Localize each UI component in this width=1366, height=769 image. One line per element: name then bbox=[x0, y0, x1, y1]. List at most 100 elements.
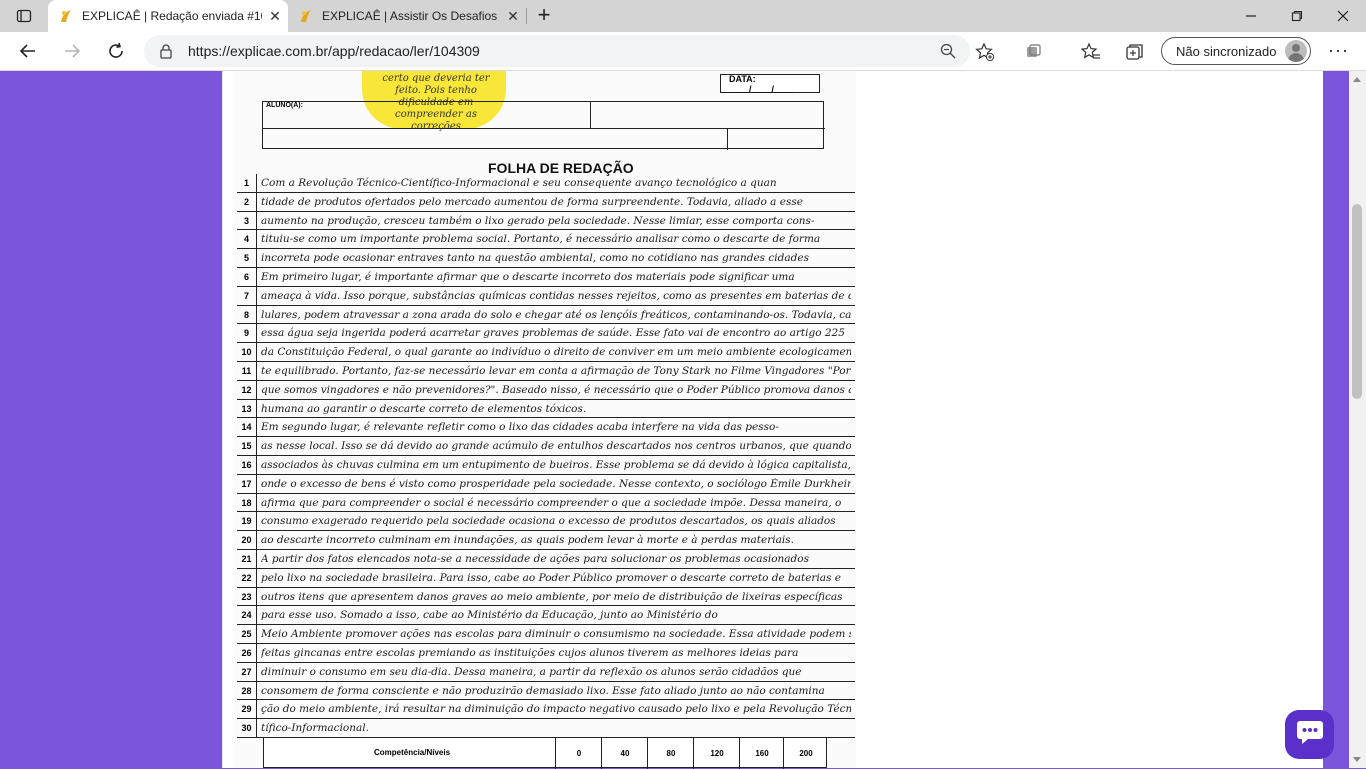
handwritten-text: aumento na produção, cresceu também o li… bbox=[261, 214, 815, 227]
line-number: 26 bbox=[237, 643, 257, 663]
line-number: 19 bbox=[237, 512, 257, 532]
handwritten-text: tífico-Informacional. bbox=[261, 722, 369, 735]
line-number: 12 bbox=[237, 380, 257, 400]
essay-line: 6 Em primeiro lugar, é importante afirmar… bbox=[237, 267, 855, 287]
tab-redacao[interactable]: EXPLICAÊ | Redação enviada #10 ✕ bbox=[48, 0, 288, 32]
essay-line: 2 tidade de produtos ofertados pelo merca… bbox=[237, 192, 855, 212]
essay-line: 23 outros itens que apresentem danos grav… bbox=[237, 587, 855, 607]
url-text[interactable]: https://explicae.com.br/app/redacao/ler/… bbox=[188, 43, 480, 59]
line-number: 24 bbox=[237, 606, 257, 626]
profile-sync-button[interactable]: Não sincronizado bbox=[1161, 37, 1311, 65]
tab-title: EXPLICAÊ | Assistir Os Desafios p bbox=[322, 9, 500, 23]
add-favorite-icon[interactable] bbox=[974, 41, 996, 63]
handwritten-text: ção do meio ambiente, irá resultar na di… bbox=[261, 703, 851, 716]
favorites-icon[interactable] bbox=[1080, 41, 1102, 63]
handwritten-text: essa água seja ingerida poderá acarretar… bbox=[261, 327, 845, 340]
back-icon[interactable] bbox=[14, 37, 42, 65]
handwritten-text: Com a Revolução Técnico-Científico-Infor… bbox=[261, 177, 777, 189]
handwritten-text: para esse uso. Somado a isso, cabe ao Mi… bbox=[261, 609, 718, 622]
line-number: 3 bbox=[237, 211, 257, 231]
handwritten-text: diminuir o consumo em seu dia-dia. Dessa… bbox=[261, 665, 802, 678]
handwritten-text: consomem de forma consciente e não produ… bbox=[261, 684, 825, 697]
student-info-box: ALUNO(A): bbox=[262, 101, 825, 150]
handwritten-text: lulares, podem atravessar a zona arada d… bbox=[261, 308, 851, 321]
date-label: DATA: ____/____/____ bbox=[729, 73, 795, 94]
forward-icon[interactable] bbox=[58, 37, 86, 65]
grade-level: 0 bbox=[555, 738, 602, 769]
essay-line: 25 Meio Ambiente promover ações nas escol… bbox=[237, 625, 855, 644]
tab-actions-icon[interactable] bbox=[0, 0, 48, 32]
tab-desafios[interactable]: EXPLICAÊ | Assistir Os Desafios p ✕ bbox=[288, 0, 526, 32]
lock-icon[interactable] bbox=[158, 43, 174, 59]
grade-level: 80 bbox=[647, 738, 694, 769]
line-number: 18 bbox=[237, 493, 257, 513]
scroll-down-icon[interactable] bbox=[1353, 757, 1361, 762]
essay-line: 14 Em segundo lugar, é relevante refletir… bbox=[237, 418, 855, 438]
essay-line: 19 consumo exagerado requerido pela socie… bbox=[237, 512, 855, 532]
line-number: 30 bbox=[237, 719, 257, 738]
minimize-icon[interactable] bbox=[1228, 0, 1274, 32]
divider bbox=[590, 102, 591, 128]
essay-line: 10 da Constituição Federal, o qual garant… bbox=[237, 343, 855, 362]
handwritten-text: incorreta pode ocasionar entraves tanto … bbox=[261, 252, 809, 265]
close-tab-icon[interactable]: ✕ bbox=[262, 8, 288, 25]
new-tab-icon[interactable]: + bbox=[532, 4, 556, 28]
line-number: 4 bbox=[237, 230, 257, 250]
zoom-icon[interactable] bbox=[938, 41, 958, 61]
handwritten-text: Em primeiro lugar, é importante afirmar … bbox=[261, 270, 795, 283]
chat-icon bbox=[1296, 719, 1324, 750]
line-number: 22 bbox=[237, 568, 257, 588]
line-number: 29 bbox=[237, 700, 257, 720]
essay-line: 13 humana ao garantir o descarte correto … bbox=[237, 399, 855, 419]
handwritten-text: ao descarte incorreto culminam em inunda… bbox=[261, 534, 794, 547]
essay-line: 26 feitas gincanas entre escolas premiand… bbox=[237, 643, 855, 663]
line-number: 25 bbox=[237, 625, 257, 644]
essay-line: 28 consomem de forma consciente e não pro… bbox=[237, 681, 855, 701]
grade-table-label: Competência/Níveis bbox=[374, 748, 451, 757]
maximize-icon[interactable] bbox=[1274, 0, 1320, 32]
divider bbox=[727, 128, 728, 150]
handwritten-text: da Constituição Federal, o qual garante … bbox=[261, 346, 851, 359]
essay-line: 17 onde o excesso de bens é visto como pr… bbox=[237, 474, 855, 494]
line-number: 23 bbox=[237, 587, 257, 607]
handwritten-text: associados às chuvas culmina em um entup… bbox=[261, 458, 851, 471]
line-number: 14 bbox=[237, 418, 257, 438]
address-bar[interactable]: https://explicae.com.br/app/redacao/ler/… bbox=[144, 35, 970, 67]
essay-line: 3 aumento na produção, cresceu também o l… bbox=[237, 211, 855, 231]
more-icon[interactable]: ··· bbox=[1328, 40, 1349, 61]
line-number: 20 bbox=[237, 531, 257, 550]
date-field: DATA: ____/____/____ bbox=[720, 73, 820, 94]
essay-line: 7 ameaça à vida. Isso porque, substâncias… bbox=[237, 286, 855, 306]
explicae-favicon-icon bbox=[298, 8, 314, 24]
handwritten-text: consumo exagerado requerido pela socieda… bbox=[261, 515, 836, 528]
extension-icon[interactable] bbox=[1022, 41, 1044, 63]
essay-line: 29 ção do meio ambiente, irá resultar na … bbox=[237, 700, 855, 720]
handwritten-text: tituiu-se como um importante problema so… bbox=[261, 233, 821, 246]
page-scrollbar[interactable] bbox=[1349, 71, 1366, 768]
line-number: 2 bbox=[237, 192, 257, 212]
handwritten-text: ameaça à vida. Isso porque, substâncias … bbox=[261, 289, 851, 302]
line-number: 9 bbox=[237, 324, 257, 344]
grade-table: Competência/Níveis 0 40 80 120 160 200 bbox=[263, 737, 828, 769]
line-number: 8 bbox=[237, 305, 257, 325]
grade-level: 200 bbox=[783, 738, 828, 769]
essay-line: 8 lulares, podem atravessar a zona arada … bbox=[237, 305, 855, 325]
scrollbar-thumb[interactable] bbox=[1352, 204, 1362, 399]
grade-level: 160 bbox=[739, 738, 784, 769]
tab-title: EXPLICAÊ | Redação enviada #10 bbox=[82, 9, 262, 23]
aluno-label: ALUNO(A): bbox=[266, 102, 303, 109]
chat-button[interactable] bbox=[1285, 710, 1334, 759]
collections-icon[interactable] bbox=[1124, 41, 1146, 63]
refresh-icon[interactable] bbox=[102, 37, 130, 65]
line-number: 5 bbox=[237, 249, 257, 268]
line-number: 28 bbox=[237, 681, 257, 701]
close-window-icon[interactable] bbox=[1320, 0, 1366, 32]
scroll-up-icon[interactable] bbox=[1353, 77, 1361, 82]
essay-lines: 1 Com a Revolução Técnico-Científico-Info… bbox=[237, 174, 855, 738]
line-number: 1 bbox=[237, 174, 257, 193]
line-number: 21 bbox=[237, 549, 257, 569]
close-tab-icon[interactable]: ✕ bbox=[500, 8, 526, 25]
handwritten-text: pelo lixo na sociedade brasileira. Para … bbox=[261, 571, 842, 584]
line-number: 27 bbox=[237, 662, 257, 682]
grade-level: 40 bbox=[601, 738, 648, 769]
